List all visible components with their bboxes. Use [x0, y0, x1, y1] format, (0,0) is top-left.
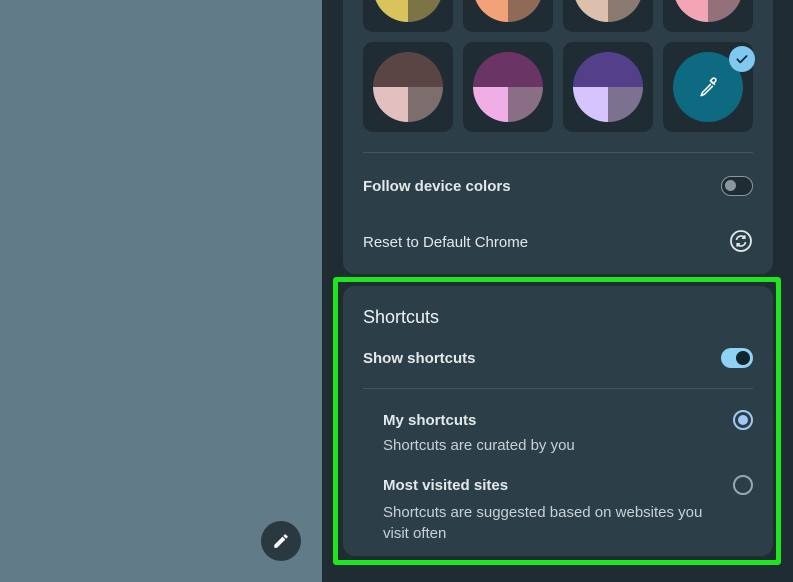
follow-device-colors-label: Follow device colors — [363, 178, 511, 195]
custom-color-swatch[interactable] — [663, 42, 755, 132]
follow-device-colors-toggle[interactable] — [721, 176, 753, 196]
swatch-circle — [673, 0, 743, 22]
divider — [363, 152, 753, 153]
new-tab-preview — [0, 0, 322, 582]
color-swatch-yellow-olive[interactable] — [363, 0, 453, 32]
color-swatch-pink-mauve[interactable] — [663, 0, 753, 32]
color-swatch-beige-taupe[interactable] — [563, 0, 653, 32]
eyedropper-icon — [700, 77, 717, 97]
reset-default-label: Reset to Default Chrome — [363, 234, 529, 251]
swatch-circle — [573, 52, 643, 122]
swatch-circle — [373, 0, 443, 22]
pencil-icon — [274, 534, 288, 548]
selected-check-icon — [729, 46, 755, 72]
swatch-circle — [473, 52, 543, 122]
customize-button[interactable] — [261, 521, 301, 561]
color-swatch-indigo-lavender[interactable] — [563, 42, 653, 132]
swatch-circle — [573, 0, 643, 22]
highlight-box — [333, 277, 781, 565]
color-swatch-plum-pink[interactable] — [463, 42, 553, 132]
color-swatch-peach-brown[interactable] — [463, 0, 553, 32]
reset-icon — [730, 230, 752, 252]
reset-default-button[interactable] — [729, 229, 753, 253]
swatch-circle — [473, 0, 543, 22]
color-swatch-brown-rose[interactable] — [363, 42, 453, 132]
swatch-circle — [373, 52, 443, 122]
